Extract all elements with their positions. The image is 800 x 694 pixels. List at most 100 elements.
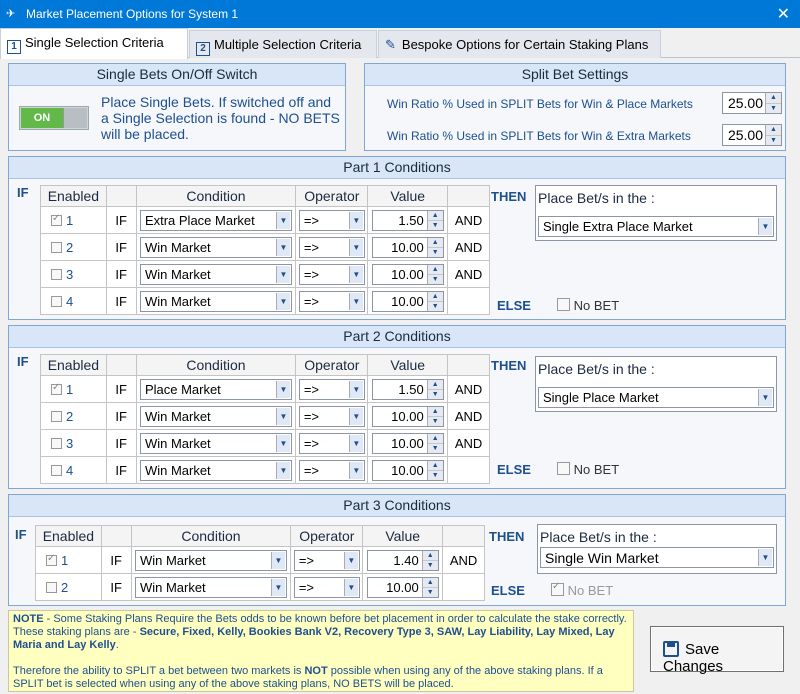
close-icon[interactable]: ✕ [777,4,790,24]
chevron-down-icon[interactable]: ▼ [348,211,363,229]
spin-down-icon[interactable]: ▼ [422,559,438,569]
spin-up-icon[interactable]: ▲ [428,265,443,274]
spin-down-icon[interactable]: ▼ [427,300,443,310]
condition-select[interactable]: Win Market ▼ [139,432,292,454]
spin-up-icon[interactable]: ▲ [428,380,443,389]
enabled-checkbox[interactable] [51,295,62,307]
spin-up-icon[interactable]: ▲ [428,211,443,220]
operator-select[interactable]: => ▼ [298,405,365,427]
enabled-checkbox[interactable] [51,268,62,280]
spin-up-icon[interactable]: ▲ [766,93,781,103]
enabled-checkbox[interactable] [46,553,57,566]
chevron-down-icon[interactable]: ▼ [270,551,285,569]
condition-select[interactable]: Win Market ▼ [134,549,287,571]
value-spinner[interactable]: 10.00 ▲ ▼ [371,236,444,258]
condition-select[interactable]: Win Market ▼ [139,263,292,285]
chevron-down-icon[interactable]: ▼ [348,434,363,452]
spin-up-icon[interactable]: ▲ [428,238,443,247]
condition-select[interactable]: Win Market ▼ [134,576,287,598]
enabled-checkbox[interactable] [51,464,62,476]
value-spinner[interactable]: 10.00 ▲ ▼ [371,432,444,454]
operator-select[interactable]: => ▼ [293,549,360,571]
then-market-select[interactable]: Single Win Market ▼ [540,547,774,568]
chevron-down-icon[interactable]: ▼ [348,265,363,283]
spinner-buttons[interactable]: ▲ ▼ [765,125,781,145]
chevron-down-icon[interactable]: ▼ [275,434,290,452]
operator-select[interactable]: => ▼ [298,290,365,312]
condition-select[interactable]: Win Market ▼ [139,405,292,427]
value-spinner[interactable]: 1.50 ▲ ▼ [371,378,444,400]
spin-up-icon[interactable]: ▲ [428,461,443,470]
value-spinner[interactable]: 1.50 ▲ ▼ [371,209,444,231]
no-bet-checkbox[interactable] [551,581,564,596]
value-spinner[interactable]: 10.00 ▲ ▼ [371,290,444,312]
spin-down-icon[interactable]: ▼ [766,135,781,145]
chevron-down-icon[interactable]: ▼ [348,380,363,398]
operator-select[interactable]: => ▼ [298,459,365,481]
spinner-buttons[interactable]: ▲ ▼ [426,460,443,480]
operator-select[interactable]: => ▼ [293,576,360,598]
spin-up-icon[interactable]: ▲ [428,292,443,301]
chevron-down-icon[interactable]: ▼ [348,292,363,310]
no-bet-checkbox[interactable] [557,462,570,475]
operator-select[interactable]: => ▼ [298,432,365,454]
enabled-checkbox[interactable] [51,382,62,395]
chevron-down-icon[interactable]: ▼ [275,211,290,229]
value-spinner[interactable]: 10.00 ▲ ▼ [366,576,439,598]
spin-down-icon[interactable]: ▼ [427,442,443,452]
spinner-buttons[interactable]: ▲ ▼ [765,93,781,113]
split-win-extra-spinner[interactable]: 25.00 ▲ ▼ [722,124,782,146]
single-bets-toggle[interactable]: ON [19,106,89,130]
spin-up-icon[interactable]: ▲ [766,125,781,135]
value-spinner[interactable]: 1.40 ▲ ▼ [366,549,439,571]
spinner-buttons[interactable]: ▲ ▼ [426,210,443,230]
chevron-down-icon[interactable]: ▼ [343,551,358,569]
spin-down-icon[interactable]: ▼ [427,219,443,229]
spinner-buttons[interactable]: ▲ ▼ [426,379,443,399]
spin-down-icon[interactable]: ▼ [422,586,438,596]
spinner-buttons[interactable]: ▲ ▼ [426,406,443,426]
no-bet-checkbox[interactable] [557,298,570,311]
spin-down-icon[interactable]: ▼ [427,388,443,398]
condition-select[interactable]: Extra Place Market ▼ [139,209,292,231]
chevron-down-icon[interactable]: ▼ [275,407,290,425]
spinner-buttons[interactable]: ▲ ▼ [426,264,443,284]
chevron-down-icon[interactable]: ▼ [348,238,363,256]
spin-up-icon[interactable]: ▲ [423,578,438,587]
spin-down-icon[interactable]: ▼ [766,103,781,113]
operator-select[interactable]: => ▼ [298,236,365,258]
spin-up-icon[interactable]: ▲ [428,407,443,416]
chevron-down-icon[interactable]: ▼ [275,238,290,256]
tab-bespoke-options[interactable]: ✎ Bespoke Options for Certain Staking Pla… [378,30,661,58]
enabled-checkbox[interactable] [51,410,62,422]
value-spinner[interactable]: 10.00 ▲ ▼ [371,263,444,285]
split-win-place-spinner[interactable]: 25.00 ▲ ▼ [722,92,782,114]
spin-down-icon[interactable]: ▼ [427,273,443,283]
value-spinner[interactable]: 10.00 ▲ ▼ [371,405,444,427]
tab-multiple-selection[interactable]: 2 Multiple Selection Criteria [189,30,377,58]
spinner-buttons[interactable]: ▲ ▼ [426,291,443,311]
chevron-down-icon[interactable]: ▼ [275,380,290,398]
spin-up-icon[interactable]: ▲ [428,434,443,443]
spin-down-icon[interactable]: ▼ [427,469,443,479]
chevron-down-icon[interactable]: ▼ [270,578,285,596]
enabled-checkbox[interactable] [51,241,62,253]
operator-select[interactable]: => ▼ [298,209,365,231]
no-bet-option[interactable]: No BET [557,462,619,477]
spin-up-icon[interactable]: ▲ [423,551,438,560]
condition-select[interactable]: Win Market ▼ [139,459,292,481]
then-market-select[interactable]: Single Extra Place Market ▼ [538,216,774,237]
then-market-select[interactable]: Single Place Market ▼ [538,387,774,408]
chevron-down-icon[interactable]: ▼ [275,292,290,310]
enabled-checkbox[interactable] [51,213,62,226]
spin-down-icon[interactable]: ▼ [427,415,443,425]
spinner-buttons[interactable]: ▲ ▼ [426,237,443,257]
chevron-down-icon[interactable]: ▼ [275,461,290,479]
chevron-down-icon[interactable]: ▼ [758,218,772,235]
spinner-buttons[interactable]: ▲ ▼ [426,433,443,453]
condition-select[interactable]: Win Market ▼ [139,236,292,258]
operator-select[interactable]: => ▼ [298,378,365,400]
spin-down-icon[interactable]: ▼ [427,246,443,256]
no-bet-option[interactable]: No BET [557,298,619,313]
chevron-down-icon[interactable]: ▼ [758,389,772,406]
